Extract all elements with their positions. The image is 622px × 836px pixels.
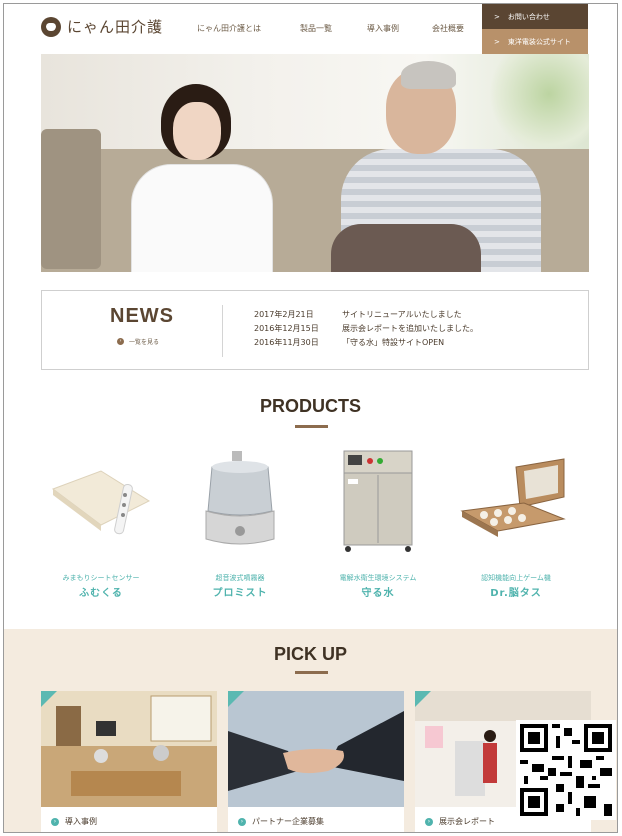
product-card[interactable]: 超音波式噴霧器 プロミスト: [170, 449, 310, 599]
nav-cases[interactable]: 導入事例: [367, 23, 399, 34]
pickup-card[interactable]: › パートナー企業募集: [228, 691, 404, 832]
logo-text: にゃん田介護: [67, 18, 164, 36]
news-list: 2017年2月21日 サイトリニューアルいたしました 2016年12月15日 展…: [254, 308, 478, 350]
news-box: NEWS › 一覧を見る 2017年2月21日 サイトリニューアルいたしました …: [41, 290, 589, 370]
pickup-title: PICK UP: [273, 644, 347, 664]
nav-products[interactable]: 製品一覧: [300, 23, 332, 34]
cat-logo-icon: [41, 16, 61, 37]
contact-button[interactable]: > お問い合わせ: [482, 4, 588, 29]
site-header: にゃん田介護 にゃん田介護とは 製品一覧 導入事例 会社概要 > お問い合わせ …: [4, 4, 617, 54]
nav-about[interactable]: にゃん田介護とは: [197, 23, 261, 34]
arrow-circle-icon: ›: [425, 817, 433, 826]
title-underline: [295, 425, 328, 428]
elderly-man-figure: [331, 59, 551, 272]
title-underline: [295, 671, 328, 674]
sheet-sensor-icon: [31, 449, 171, 559]
facility-photo-icon: [41, 691, 217, 807]
chevron-right-icon: >: [494, 37, 500, 46]
pickup-card[interactable]: › 導入事例: [41, 691, 217, 832]
news-item[interactable]: 2017年2月21日 サイトリニューアルいたしました: [254, 308, 478, 322]
humidifier-icon: [170, 449, 310, 559]
page: にゃん田介護 にゃん田介護とは 製品一覧 導入事例 会社概要 > お問い合わせ …: [3, 3, 618, 833]
product-card[interactable]: 電解水衛生環境システム 守る水: [308, 449, 448, 599]
qr-code-icon: [516, 720, 616, 820]
chevron-right-icon: >: [494, 12, 500, 21]
handshake-photo-icon: [228, 691, 404, 807]
arrow-circle-icon: ›: [117, 338, 124, 345]
news-more-link[interactable]: › 一覧を見る: [117, 337, 159, 346]
product-card[interactable]: 認知機能向上ゲーム機 Dr.脳タス: [446, 449, 586, 599]
products-title: PRODUCTS: [259, 396, 361, 416]
product-card[interactable]: みまもりシートセンサー ふむくる: [31, 449, 171, 599]
divider: [222, 305, 223, 357]
arrow-circle-icon: ›: [51, 817, 59, 826]
news-item[interactable]: 2016年11月30日 「守る水」特設サイトOPEN: [254, 336, 478, 350]
arrow-circle-icon: ›: [238, 817, 246, 826]
news-item[interactable]: 2016年12月15日 展示会レポートを追加いたしました。: [254, 322, 478, 336]
official-site-button[interactable]: > 東洋電装公式サイト: [482, 29, 588, 54]
logo[interactable]: にゃん田介護: [41, 16, 163, 37]
nav-company[interactable]: 会社概要: [432, 23, 464, 34]
water-system-icon: [308, 449, 448, 559]
hero-image: [41, 54, 589, 272]
game-machine-icon: [446, 449, 586, 559]
news-title: NEWS: [110, 305, 174, 327]
caregiver-figure: [101, 84, 281, 272]
